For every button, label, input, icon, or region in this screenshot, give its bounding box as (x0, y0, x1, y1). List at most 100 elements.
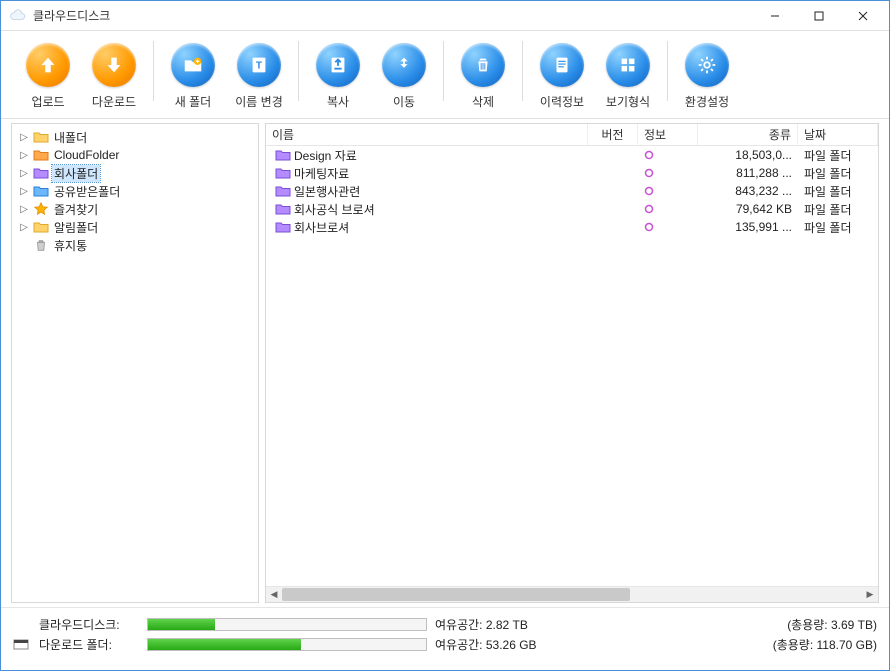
rename-button[interactable]: T 이름 변경 (226, 41, 292, 112)
tree-item[interactable]: ▷ 공유받은폴더 (14, 182, 256, 200)
upload-button[interactable]: 업로드 (15, 41, 81, 112)
tree-item[interactable]: ▷내폴더 (14, 128, 256, 146)
info-dot-icon (644, 150, 654, 160)
file-list-body[interactable]: Design 자료 18,503,0... 파일 폴더 마케팅자료 811,288 ..… (266, 146, 878, 586)
column-size[interactable]: 종류 (698, 124, 798, 145)
status-local-row: 다운로드 폴더: 여유공간: 53.26 GB (총용량: 118.70 GB) (13, 634, 877, 654)
tree-item-label: 알림폴더 (52, 219, 100, 236)
file-size: 79,642 KB (698, 202, 798, 216)
disk-icon (13, 637, 31, 651)
delete-button[interactable]: 삭제 (450, 41, 516, 112)
newfolder-button[interactable]: 새 폴더 (160, 41, 226, 112)
expand-icon[interactable]: ▷ (18, 150, 30, 161)
file-row[interactable]: Design 자료18,503,0...파일 폴더 (266, 146, 878, 164)
tree-item[interactable]: ▷ CloudFolder (14, 146, 256, 164)
toolbar-separator (298, 41, 299, 101)
history-button[interactable]: 이력정보 (529, 41, 595, 112)
expand-icon[interactable]: ▷ (18, 186, 30, 197)
file-name: Design 자료 (294, 147, 357, 164)
cloud-free-text: 여유공간: 2.82 TB (435, 616, 565, 633)
info-dot-icon (644, 186, 654, 196)
folder-yellow-icon (33, 220, 49, 234)
scroll-right-icon[interactable]: ▶ (862, 587, 878, 602)
expand-icon[interactable]: ▷ (18, 168, 30, 179)
tree-item[interactable]: 휴지통 (14, 236, 256, 254)
folder-purple-icon (275, 184, 291, 198)
file-name: 일본행사관련 (294, 183, 360, 200)
file-date: 파일 폴더 (798, 219, 878, 236)
column-date[interactable]: 날짜 (798, 124, 878, 145)
file-row[interactable]: 일본행사관련843,232 ...파일 폴더 (266, 182, 878, 200)
tree-item-label: 휴지통 (52, 237, 89, 254)
minimize-button[interactable] (753, 2, 797, 30)
expand-icon[interactable]: ▷ (18, 222, 30, 233)
settings-button[interactable]: 환경설정 (674, 41, 740, 112)
expand-icon[interactable]: ▷ (18, 132, 30, 143)
file-list: 이름 버전 정보 종류 날짜 Design 자료 18,503,0... 파일 폴더… (265, 123, 879, 603)
file-info (638, 222, 698, 232)
folder-purple-icon (275, 148, 291, 162)
folder-tree[interactable]: ▷내폴더▷CloudFolder▷회사폴더▷공유받은폴더▷즐겨찾기▷알림폴더 휴… (11, 123, 259, 603)
file-info (638, 150, 698, 160)
tree-item-label: 회사폴더 (52, 165, 100, 182)
expand-icon[interactable] (18, 240, 30, 251)
tree-item-label: CloudFolder (52, 148, 121, 162)
info-dot-icon (644, 222, 654, 232)
main-area: ▷내폴더▷CloudFolder▷회사폴더▷공유받은폴더▷즐겨찾기▷알림폴더 휴… (1, 119, 889, 607)
download-button[interactable]: 다운로드 (81, 41, 147, 112)
file-size: 18,503,0... (698, 148, 798, 162)
scroll-track[interactable] (282, 587, 862, 602)
file-info (638, 168, 698, 178)
history-label: 이력정보 (540, 93, 584, 110)
folder-orange-icon (33, 148, 49, 162)
close-button[interactable] (841, 2, 885, 30)
delete-label: 삭제 (472, 93, 494, 110)
file-row[interactable]: 회사브로셔135,991 ...파일 폴더 (266, 218, 878, 236)
newfolder-label: 새 폴더 (175, 93, 211, 110)
file-size: 811,288 ... (698, 166, 798, 180)
copy-label: 복사 (327, 93, 349, 110)
column-name[interactable]: 이름 (266, 124, 588, 145)
titlebar: 클라우드디스크 (1, 1, 889, 31)
folder-purple-icon (33, 166, 49, 180)
file-info (638, 186, 698, 196)
file-name: 마케팅자료 (294, 165, 349, 182)
window-title: 클라우드디스크 (33, 7, 753, 24)
copy-button[interactable]: 복사 (305, 41, 371, 112)
file-row[interactable]: 회사공식 브로셔 79,642 KB파일 폴더 (266, 200, 878, 218)
file-date: 파일 폴더 (798, 183, 878, 200)
tree-item[interactable]: ▷즐겨찾기 (14, 200, 256, 218)
viewstyle-button[interactable]: 보기형식 (595, 41, 661, 112)
info-dot-icon (644, 204, 654, 214)
file-row[interactable]: 마케팅자료811,288 ...파일 폴더 (266, 164, 878, 182)
status-cloud-row: 클라우드디스크: 여유공간: 2.82 TB (총용량: 3.69 TB) (13, 614, 877, 634)
column-version[interactable]: 버전 (588, 124, 638, 145)
local-usage-bar (147, 638, 427, 651)
cloud-usage-fill (148, 619, 215, 630)
scroll-left-icon[interactable]: ◀ (266, 587, 282, 602)
move-label: 이동 (393, 93, 415, 110)
svg-text:T: T (256, 61, 263, 72)
column-info[interactable]: 정보 (638, 124, 698, 145)
upload-label: 업로드 (31, 93, 64, 110)
move-button[interactable]: 이동 (371, 41, 437, 112)
tree-item-label: 공유받은폴더 (52, 183, 122, 200)
horizontal-scrollbar[interactable]: ◀ ▶ (266, 586, 878, 602)
maximize-button[interactable] (797, 2, 841, 30)
status-bar: 클라우드디스크: 여유공간: 2.82 TB (총용량: 3.69 TB) 다운… (1, 607, 889, 662)
info-dot-icon (644, 168, 654, 178)
file-info (638, 204, 698, 214)
scroll-thumb[interactable] (282, 588, 630, 601)
expand-icon[interactable]: ▷ (18, 204, 30, 215)
tree-item[interactable]: ▷ 알림폴더 (14, 218, 256, 236)
viewstyle-label: 보기형식 (606, 93, 650, 110)
folder-yellow-icon (33, 130, 49, 144)
cloud-usage-bar (147, 618, 427, 631)
file-name: 회사공식 브로셔 (294, 201, 375, 218)
trash-icon (33, 238, 49, 252)
toolbar-separator (443, 41, 444, 101)
file-size: 135,991 ... (698, 220, 798, 234)
folder-blue-icon (33, 184, 49, 198)
file-date: 파일 폴더 (798, 201, 878, 218)
tree-item[interactable]: ▷ 회사폴더 (14, 164, 256, 182)
